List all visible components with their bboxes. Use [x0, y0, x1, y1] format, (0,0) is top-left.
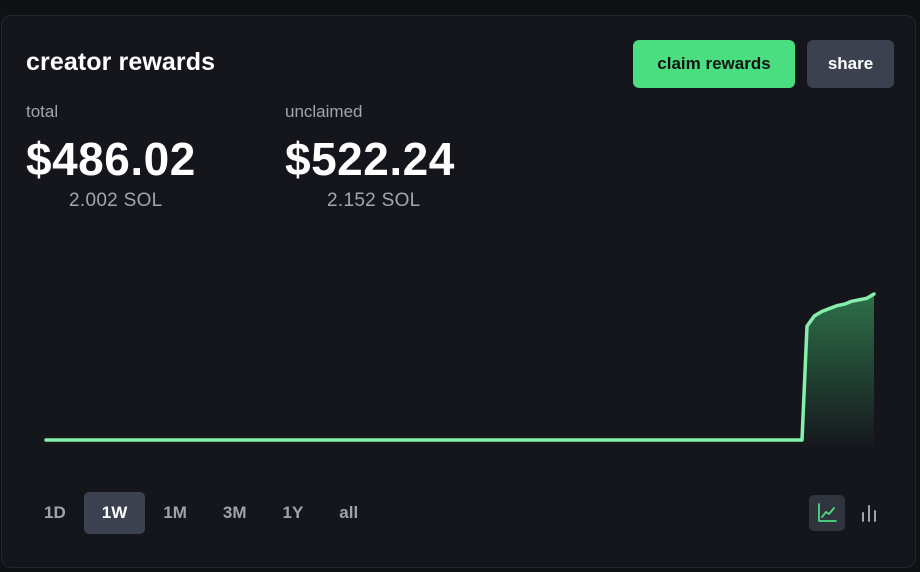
range-1d[interactable]: 1D [26, 492, 84, 534]
bar-chart-icon [862, 505, 876, 522]
creator-rewards-card: creator rewards claim rewards share tota… [1, 15, 916, 568]
unclaimed-label: unclaimed [285, 102, 363, 121]
total-sol-value: 2.002 SOL [69, 190, 163, 211]
card-title: creator rewards [26, 48, 216, 76]
chart-series-line [44, 292, 876, 442]
line-chart-icon [818, 503, 837, 522]
rewards-chart [44, 292, 876, 450]
total-label: total [26, 102, 59, 121]
unclaimed-usd-value: $522.24 [285, 133, 455, 185]
claim-rewards-button[interactable]: claim rewards [633, 40, 795, 88]
range-1y[interactable]: 1Y [264, 492, 321, 534]
bar-chart-toggle[interactable] [851, 495, 887, 531]
range-1m[interactable]: 1M [145, 492, 205, 534]
line-chart-toggle[interactable] [809, 495, 845, 531]
total-usd-value: $486.02 [26, 133, 196, 185]
time-range-selector: 1D 1W 1M 3M 1Y all [26, 492, 376, 534]
range-1w[interactable]: 1W [83, 492, 146, 534]
chart-area-fill [802, 294, 874, 450]
range-3m[interactable]: 3M [205, 492, 265, 534]
share-button[interactable]: share [807, 40, 894, 88]
range-all[interactable]: all [321, 492, 376, 534]
unclaimed-sol-value: 2.152 SOL [327, 190, 421, 211]
